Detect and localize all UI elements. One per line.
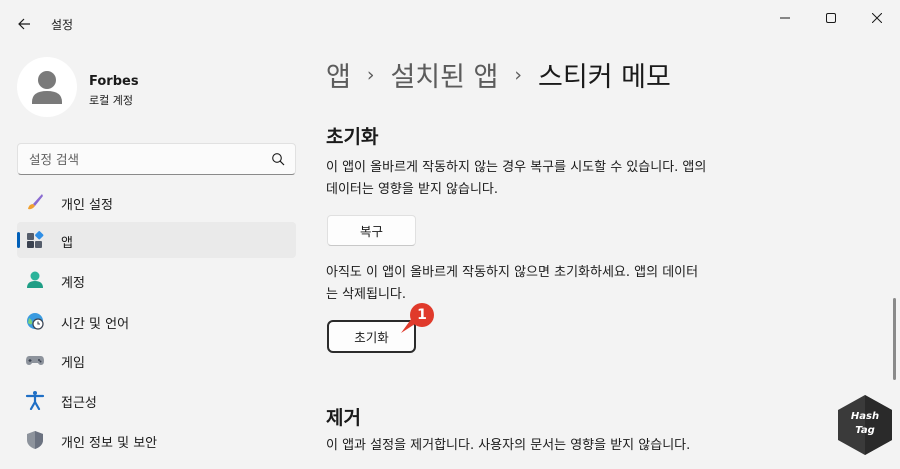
- sidebar-item-privacy-security[interactable]: 개인 정보 및 보안: [17, 422, 296, 458]
- app-title: 설정: [51, 18, 74, 32]
- step-marker-badge: 1: [410, 303, 434, 327]
- active-indicator: [17, 232, 20, 248]
- avatar: [17, 57, 77, 117]
- close-icon: [872, 13, 882, 23]
- sidebar-item-label: 개인 정보 및 보안: [61, 436, 158, 451]
- user-avatar-icon: [32, 71, 62, 104]
- sidebar-item-personalization[interactable]: 개인 설정: [17, 184, 296, 220]
- maximize-button[interactable]: [808, 0, 854, 36]
- settings-search-box[interactable]: [17, 143, 296, 175]
- repair-description: 이 앱이 올바르게 작동하지 않는 경우 복구를 시도할 수 있습니다. 앱의 …: [326, 157, 786, 201]
- sidebar-item-label: 앱: [61, 236, 73, 251]
- minimize-button[interactable]: [762, 0, 808, 36]
- breadcrumb-separator: ›: [366, 63, 375, 86]
- sidebar-item-label: 게임: [61, 356, 85, 371]
- reset-description-line2: 는 삭제됩니다.: [326, 287, 407, 302]
- title-bar: 설정: [0, 0, 900, 48]
- user-profile[interactable]: Forbes 로컬 계정: [17, 57, 287, 119]
- repair-description-line1: 이 앱이 올바르게 작동하지 않는 경우 복구를 시도할 수 있습니다. 앱의: [326, 160, 707, 175]
- watermark-text-line1: Hash: [850, 411, 880, 422]
- sidebar-item-time-language[interactable]: 시간 및 언어: [17, 303, 296, 339]
- accessibility-icon: [25, 391, 45, 410]
- minimize-icon: [780, 17, 790, 19]
- sidebar-item-label: 접근성: [61, 396, 97, 411]
- reset-section-title: 초기화: [326, 126, 379, 148]
- sidebar-item-accessibility[interactable]: 접근성: [17, 382, 296, 418]
- maximize-icon: [826, 13, 836, 23]
- sidebar-item-accounts[interactable]: 계정: [17, 262, 296, 298]
- page-title: 스티커 메모: [538, 62, 671, 93]
- breadcrumb: 앱 › 설치된 앱 › 스티커 메모: [326, 55, 671, 94]
- apps-icon: [27, 231, 44, 248]
- shield-icon: [27, 431, 43, 449]
- repair-button[interactable]: 복구: [327, 215, 416, 246]
- sidebar-item-gaming[interactable]: 게임: [17, 342, 296, 378]
- brush-icon: [28, 194, 43, 210]
- profile-name: Forbes: [89, 74, 139, 89]
- person-icon: [27, 271, 43, 288]
- remove-section-title: 제거: [326, 407, 361, 429]
- globe-clock-icon: [27, 313, 44, 330]
- breadcrumb-apps[interactable]: 앱: [326, 55, 351, 94]
- reset-description: 아직도 이 앱이 올바르게 작동하지 않으면 초기화하세요. 앱의 데이터 는 …: [326, 262, 786, 306]
- search-icon[interactable]: [271, 152, 285, 166]
- gamepad-icon: [26, 356, 44, 365]
- back-button[interactable]: [10, 10, 38, 38]
- sidebar-item-label: 시간 및 언어: [61, 317, 130, 332]
- scrollbar-thumb[interactable]: [893, 298, 896, 380]
- sidebar-item-label: 개인 설정: [61, 198, 113, 213]
- search-input[interactable]: [29, 150, 259, 168]
- breadcrumb-installed-apps[interactable]: 설치된 앱: [390, 55, 498, 94]
- repair-description-line2: 데이터는 영향을 받지 않습니다.: [326, 182, 499, 197]
- back-arrow-icon: [18, 18, 30, 30]
- remove-description: 이 앱과 설정을 제거합니다. 사용자의 문서는 영향을 받지 않습니다.: [326, 438, 691, 453]
- sidebar-item-apps[interactable]: 앱: [17, 222, 296, 258]
- sidebar-item-label: 계정: [61, 276, 85, 291]
- close-button[interactable]: [854, 0, 900, 36]
- breadcrumb-separator: ›: [514, 63, 523, 86]
- profile-account-type: 로컬 계정: [89, 94, 133, 107]
- reset-description-line1: 아직도 이 앱이 올바르게 작동하지 않으면 초기화하세요. 앱의 데이터: [326, 265, 699, 280]
- watermark-text-line2: Tag: [855, 425, 875, 436]
- hashtag-watermark-logo: Hash Tag: [837, 394, 893, 456]
